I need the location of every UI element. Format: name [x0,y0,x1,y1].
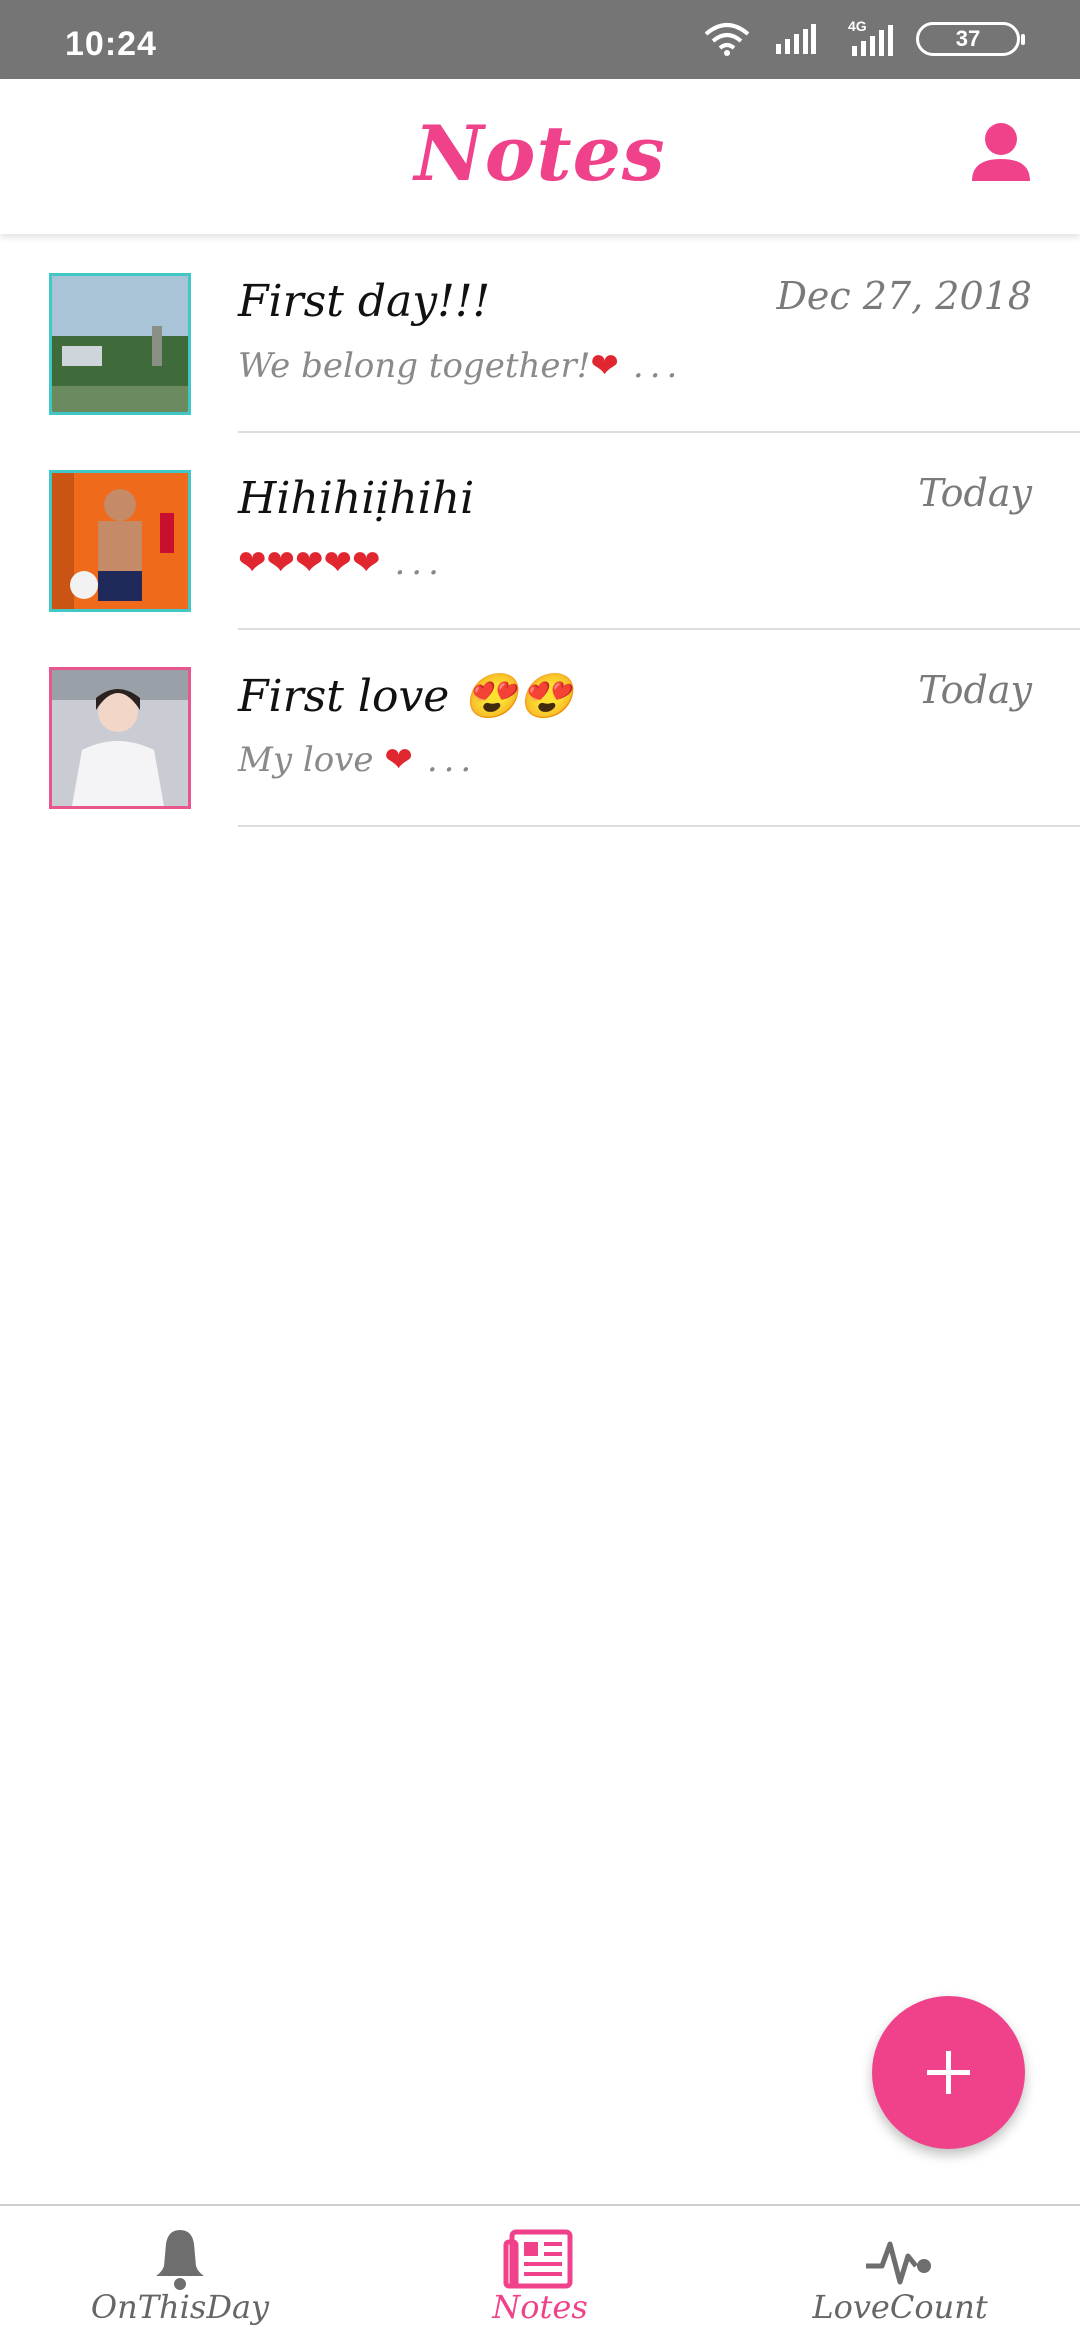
wifi-icon [704,23,750,56]
nav-label: Notes [492,2288,588,2326]
status-icons: 4G 37 [702,18,1025,56]
note-thumbnail [49,667,191,809]
nav-label: OnThisDay [90,2288,270,2326]
heartbeat-icon [866,2241,931,2285]
note-thumbnail [49,273,191,415]
note-preview: ❤❤❤❤❤... [238,543,445,583]
bell-icon [156,2230,204,2290]
status-bar: 10:24 4G 37 [0,0,1080,79]
bottom-nav: OnThisDay Notes LoveCount [0,2204,1080,2342]
note-title: First day!!! [238,276,491,327]
nav-label: LoveCount [812,2288,988,2326]
profile-button[interactable] [966,119,1036,189]
note-preview-text: We belong together! [238,346,591,386]
divider [238,825,1080,827]
app-bar: Notes [0,79,1080,234]
note-date: Dec 27, 2018 [776,274,1032,318]
note-item[interactable]: First love 😍😍 Today My love ❤... [0,630,1080,827]
note-preview-hearts: ❤❤❤❤❤ [238,543,381,583]
nav-item-lovecount[interactable]: LoveCount [720,2206,1080,2342]
add-note-button[interactable] [872,1996,1025,2149]
note-item[interactable]: First day!!! Dec 27, 2018 We belong toge… [0,236,1080,433]
battery-indicator: 37 [916,22,1025,56]
notes-list: First day!!! Dec 27, 2018 We belong toge… [0,236,1080,827]
note-date: Today [918,668,1032,712]
note-thumbnail [49,470,191,612]
note-item[interactable]: Hihihiịhihi Today ❤❤❤❤❤... [0,433,1080,630]
battery-level: 37 [955,26,981,51]
nav-item-notes[interactable]: Notes [360,2206,720,2342]
plus-icon [927,2051,970,2094]
note-title: First love 😍😍 [238,671,573,722]
nav-item-onthisday[interactable]: OnThisDay [0,2206,360,2342]
note-date: Today [918,471,1032,515]
person-icon [972,123,1030,181]
newspaper-icon [503,2229,573,2289]
note-preview-ellipsis: ... [632,346,684,386]
signal-icon [776,24,816,54]
note-preview: We belong together!❤... [238,346,683,386]
note-preview-text: My love [238,740,385,780]
status-time: 10:24 [65,25,157,63]
note-preview: My love ❤... [238,740,477,780]
note-preview-ellipsis: ... [426,740,478,780]
page-title: Notes [414,109,666,198]
note-preview-hearts: ❤ [590,346,619,386]
note-preview-hearts: ❤ [384,740,413,780]
signal-4g-icon: 4G [838,18,894,56]
note-title: Hihihiịhihi [238,473,475,524]
note-preview-ellipsis: ... [394,543,445,583]
